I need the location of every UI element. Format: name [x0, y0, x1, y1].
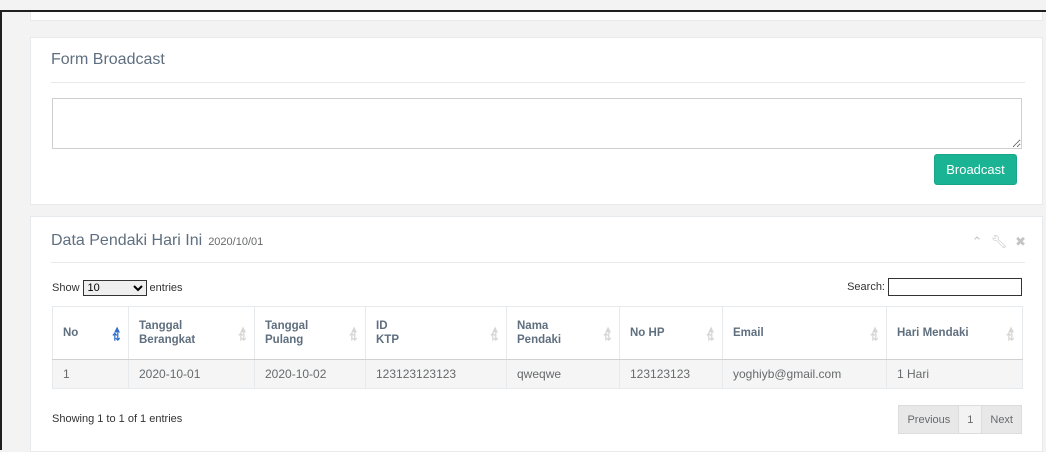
sort-icon: ▲ ⇅ — [603, 324, 613, 344]
table-cell: yoghiyb@gmail.com — [722, 359, 887, 389]
search-input[interactable] — [888, 278, 1022, 296]
column-header-nama-pendaki[interactable]: Nama Pendaki ▲ ⇅ — [506, 306, 620, 360]
column-header-tanggal-pulang[interactable]: Tanggal Pulang ▲ ⇅ — [254, 306, 366, 360]
table-cell: 123123123 — [619, 359, 723, 389]
data-panel-title-text: Data Pendaki Hari Ini — [51, 232, 203, 249]
sort-icon: ▲ ⇅ — [706, 324, 716, 344]
column-header-no-hp[interactable]: No HP ▲ ⇅ — [619, 306, 723, 360]
table-row: 1 2020-10-01 2020-10-02 123123123123 qwe… — [52, 359, 1023, 389]
sort-icon: ▲ ⇅ — [238, 324, 248, 344]
table-cell: 1 — [52, 359, 129, 389]
next-button[interactable]: Next — [981, 405, 1022, 434]
pendaki-table: No ▲ ⇅ Tanggal Berangkat ▲ ⇅ Tanggal Pulang ▲… — [52, 306, 1023, 389]
entries-label: entries — [149, 282, 183, 294]
column-header-tanggal-berangkat[interactable]: Tanggal Berangkat ▲ ⇅ — [128, 306, 255, 360]
table-info: Showing 1 to 1 of 1 entries — [52, 413, 183, 425]
search-label: Search: — [847, 281, 885, 293]
pagination: Previous 1 Next — [898, 405, 1022, 434]
sort-icon: ▲ ⇅ — [870, 324, 880, 344]
data-panel-title: Data Pendaki Hari Ini 2020/10/01 — [51, 232, 263, 250]
page-1-button[interactable]: 1 — [958, 405, 983, 434]
table-header-row: No ▲ ⇅ Tanggal Berangkat ▲ ⇅ Tanggal Pulang ▲… — [52, 306, 1023, 360]
sort-asc-icon: ▲ ⇅ — [112, 324, 122, 344]
table-cell: 123123123123 — [365, 359, 507, 389]
sort-icon: ▲ ⇅ — [490, 324, 500, 344]
length-select[interactable]: 10 — [82, 280, 147, 296]
sort-icon: ▲ ⇅ — [1006, 324, 1016, 344]
broadcast-button[interactable]: Broadcast — [934, 154, 1017, 185]
column-header-hari-mendaki[interactable]: Hari Mendaki ▲ ⇅ — [886, 306, 1023, 360]
wrench-icon[interactable]: 🔧︎ — [991, 234, 1008, 250]
window-frame-left — [0, 12, 2, 450]
length-control: Show 10 entries — [52, 280, 183, 296]
form-broadcast-title: Form Broadcast — [51, 51, 165, 68]
column-header-no[interactable]: No ▲ ⇅ — [52, 306, 129, 360]
sort-icon: ▲ ⇅ — [349, 324, 359, 344]
data-panel-date: 2020/10/01 — [208, 236, 264, 248]
broadcast-textarea[interactable] — [52, 98, 1022, 149]
panel-tools: ⌃ 🔧︎ ✖ — [972, 234, 1026, 250]
data-pendaki-panel: Data Pendaki Hari Ini 2020/10/01 ⌃ 🔧︎ ✖ S… — [30, 216, 1043, 452]
table-cell: 2020-10-01 — [128, 359, 255, 389]
previous-button[interactable]: Previous — [898, 405, 960, 434]
table-cell: 2020-10-02 — [254, 359, 366, 389]
table-cell: 1 Hari — [886, 359, 1023, 389]
search-control: Search: — [847, 278, 1022, 296]
show-label: Show — [52, 282, 80, 294]
form-divider — [51, 82, 1025, 83]
table-cell: qweqwe — [506, 359, 620, 389]
close-icon[interactable]: ✖ — [1015, 234, 1026, 250]
previous-panel-bottom — [30, 12, 1043, 21]
data-divider — [51, 262, 1025, 263]
collapse-icon[interactable]: ⌃ — [972, 234, 983, 250]
column-header-id-ktp[interactable]: ID KTP ▲ ⇅ — [365, 306, 507, 360]
column-header-email[interactable]: Email ▲ ⇅ — [722, 306, 887, 360]
form-broadcast-panel: Form Broadcast Broadcast — [30, 37, 1043, 205]
